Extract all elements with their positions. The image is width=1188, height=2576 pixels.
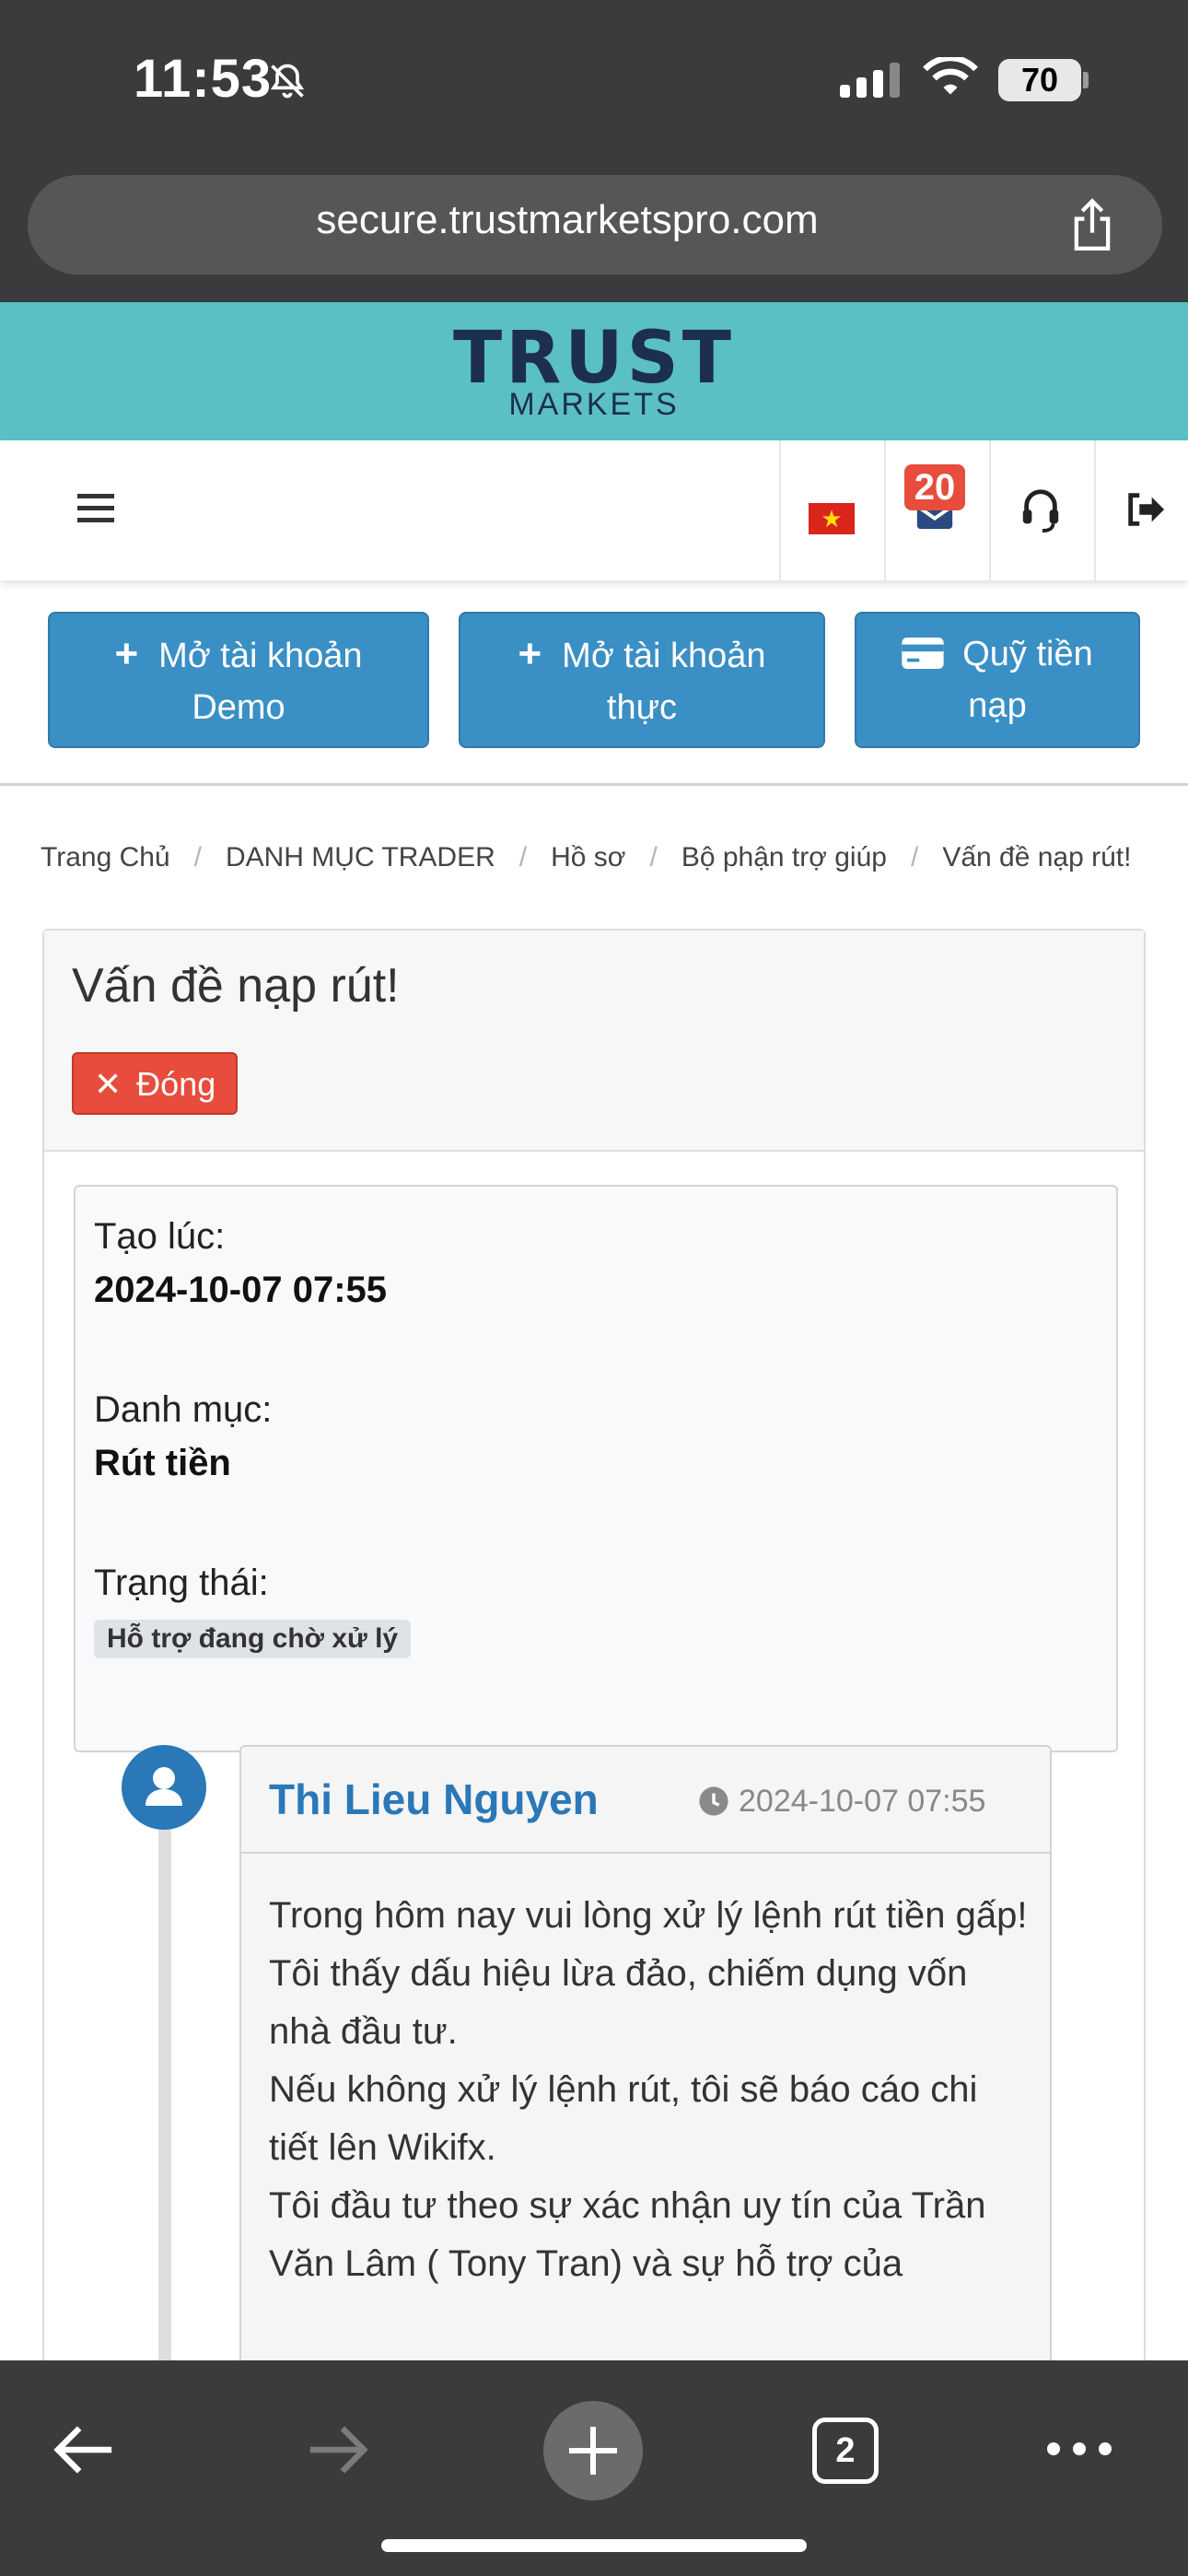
language-selector[interactable]: ★ [779, 440, 884, 580]
user-icon [146, 1767, 182, 1806]
breadcrumb-trader-menu[interactable]: DANH MỤC TRADER [226, 842, 495, 872]
category-value: Rút tiền [94, 1443, 231, 1483]
brand-header: TRUST MARKETS [0, 302, 1188, 440]
deposit-label-2: nạp [968, 686, 1027, 725]
status-badge: Hỗ trợ đang chờ xử lý [94, 1620, 412, 1658]
created-label: Tạo lúc: [94, 1216, 226, 1257]
plus-icon: + [114, 631, 139, 676]
wifi-icon [923, 57, 978, 95]
logo-markets: MARKETS [508, 387, 680, 422]
real-label-2: thực [606, 688, 678, 727]
breadcrumb-current: Vấn đề nạp rút! [942, 842, 1132, 872]
status-label: Trạng thái: [94, 1563, 269, 1603]
real-label-1: Mở tài khoản [562, 637, 766, 675]
breadcrumb-profile[interactable]: Hồ sơ [551, 842, 625, 872]
message-line: Nếu không xử lý lệnh rút, tôi sẽ báo cáo… [269, 2069, 978, 2168]
message-time: 2024-10-07 07:55 [739, 1784, 986, 1819]
breadcrumb-separator: / [518, 842, 528, 872]
nav-bar: ★ 20 [0, 440, 1188, 580]
new-tab-icon[interactable] [543, 2401, 643, 2500]
ticket-card: Vấn đề nạp rút! ✕ Đóng Tạo lúc: 2024-10-0… [42, 929, 1146, 2574]
clock-icon [699, 1786, 728, 1816]
message-line: Tôi đầu tư theo sự xác nhận uy tín của T… [269, 2185, 986, 2284]
message-line: Tôi thấy dấu hiệu lừa đảo, chiếm dụng vố… [269, 1953, 968, 2052]
logout-button[interactable] [1094, 440, 1188, 580]
category-label: Danh mục: [94, 1389, 273, 1430]
message-author[interactable]: Thi Lieu Nguyen [269, 1774, 599, 1824]
breadcrumb-separator: / [649, 842, 658, 872]
flag-star: ★ [821, 505, 843, 533]
battery-tip [1083, 72, 1089, 88]
page-root: 11:53 70 secure.trustmarketspro.com TRUS… [0, 0, 1188, 2576]
ticket-header: Vấn đề nạp rút! ✕ Đóng [44, 931, 1144, 1152]
deposit-fund-button[interactable]: Quỹ tiền nạp [855, 612, 1140, 748]
open-real-account-button[interactable]: + Mở tài khoản thực [459, 612, 825, 748]
breadcrumb-separator: / [193, 842, 202, 872]
signal-icon [840, 63, 900, 98]
ticket-info-box: Tạo lúc: 2024-10-07 07:55 Danh mục: Rút … [74, 1185, 1118, 1752]
demo-label-1: Mở tài khoản [158, 637, 363, 675]
breadcrumb-separator: / [910, 842, 919, 872]
section-divider [0, 783, 1188, 786]
url-text[interactable]: secure.trustmarketspro.com [28, 197, 1162, 243]
logout-icon[interactable] [1124, 488, 1166, 531]
credit-card-icon [902, 638, 944, 669]
vietnam-flag-icon[interactable]: ★ [809, 503, 855, 534]
plus-icon: + [518, 631, 542, 676]
messages-button[interactable]: 20 [884, 440, 989, 580]
status-time: 11:53 [134, 49, 273, 109]
deposit-label-1: Quỹ tiền [962, 635, 1093, 673]
message-header: Thi Lieu Nguyen 2024-10-07 07:55 [241, 1747, 1050, 1854]
ticket-title: Vấn đề nạp rút! [72, 959, 400, 1013]
browser-top-bar: 11:53 70 secure.trustmarketspro.com [0, 0, 1188, 302]
message-line: Trong hôm nay vui lòng xử lý lệnh rút ti… [269, 1895, 1028, 1936]
close-ticket-button[interactable]: ✕ Đóng [72, 1052, 239, 1115]
breadcrumb-support[interactable]: Bộ phận trợ giúp [681, 842, 887, 872]
forward-icon[interactable] [304, 2418, 370, 2482]
new-tab-button[interactable] [543, 2401, 643, 2500]
close-icon: ✕ [94, 1065, 122, 1103]
message-body: Trong hôm nay vui lòng xử lý lệnh rút ti… [269, 1887, 1033, 2293]
home-indicator[interactable] [381, 2539, 807, 2552]
breadcrumb: Trang Chủ / DANH MỤC TRADER / Hồ sơ / Bộ phận … [41, 842, 1131, 873]
battery-icon: 70 [998, 59, 1081, 101]
breadcrumb-home[interactable]: Trang Chủ [41, 842, 170, 872]
support-button[interactable] [989, 440, 1094, 580]
bell-slash-icon [270, 64, 305, 99]
notification-badge: 20 [904, 464, 965, 510]
open-demo-account-button[interactable]: + Mở tài khoản Demo [48, 612, 429, 748]
demo-label-2: Demo [192, 688, 285, 727]
share-icon[interactable] [1068, 197, 1116, 252]
close-label: Đóng [136, 1065, 216, 1103]
more-icon[interactable] [1046, 2440, 1112, 2458]
headset-icon[interactable] [1019, 486, 1063, 533]
avatar [122, 1745, 206, 1830]
tab-count-button[interactable]: 2 [812, 2418, 879, 2484]
created-value: 2024-10-07 07:55 [94, 1270, 388, 1310]
address-bar[interactable]: secure.trustmarketspro.com [28, 175, 1162, 275]
back-icon[interactable] [52, 2418, 118, 2482]
hamburger-icon[interactable] [77, 492, 114, 525]
